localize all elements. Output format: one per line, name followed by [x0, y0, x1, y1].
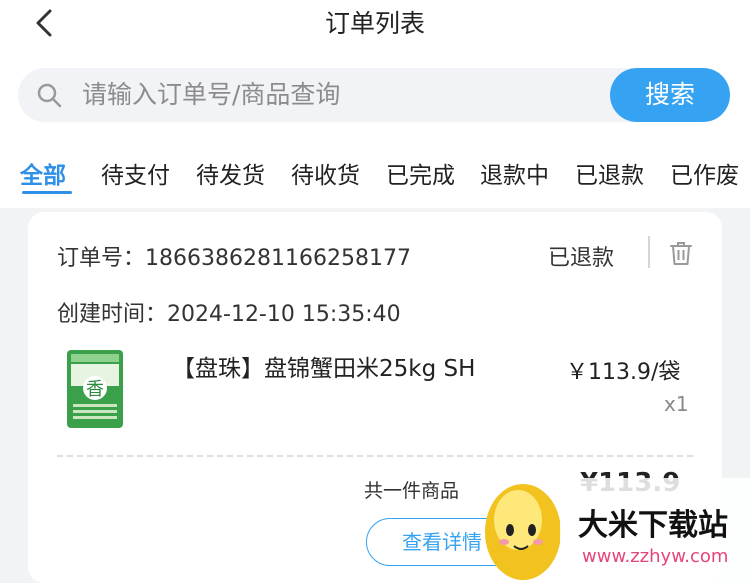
search-icon [37, 83, 62, 108]
watermark-text: 大米下载站 [578, 508, 728, 543]
tab-pending-shipment[interactable]: 待发货 [196, 156, 265, 190]
create-time-value: 2024-12-10 15:35:40 [167, 302, 401, 327]
order-number-value: 1866386281166258177 [145, 246, 411, 271]
order-number-label: 订单号： [57, 246, 146, 271]
active-tab-indicator [22, 191, 72, 194]
tab-voided[interactable]: 已作废 [670, 156, 739, 190]
search-input[interactable]: 请输入订单号/商品查询 [82, 76, 340, 114]
trash-icon[interactable] [668, 240, 694, 266]
divider [648, 236, 650, 268]
tab-completed[interactable]: 已完成 [386, 156, 455, 190]
tab-refunded[interactable]: 已退款 [575, 156, 644, 190]
create-time: 创建时间：2024-12-10 15:35:40 [57, 296, 401, 328]
create-time-label: 创建时间： [57, 302, 168, 327]
watermark-url: www.zzhyw.com [582, 546, 729, 567]
dashed-divider [57, 455, 693, 457]
product-image[interactable]: 香 [57, 348, 143, 430]
page-title: 订单列表 [324, 9, 425, 38]
tab-all[interactable]: 全部 [20, 156, 66, 190]
order-number: 订单号：1866386281166258177 [57, 240, 411, 272]
tab-pending-receipt[interactable]: 待收货 [291, 156, 360, 190]
item-count-summary: 共一件商品 [364, 480, 460, 502]
search-button[interactable]: 搜索 [610, 68, 730, 122]
product-title[interactable]: 【盘珠】盘锦蟹田米25kg SH [172, 352, 512, 386]
product-image-text: 香 [86, 379, 104, 400]
product-price: ￥113.9/袋 [566, 360, 681, 385]
status-badge: 已退款 [548, 246, 615, 271]
mascot-logo-icon [485, 484, 561, 580]
tab-pending-payment[interactable]: 待支付 [101, 156, 170, 190]
tab-refunding[interactable]: 退款中 [480, 156, 549, 190]
product-quantity: x1 [664, 392, 689, 416]
